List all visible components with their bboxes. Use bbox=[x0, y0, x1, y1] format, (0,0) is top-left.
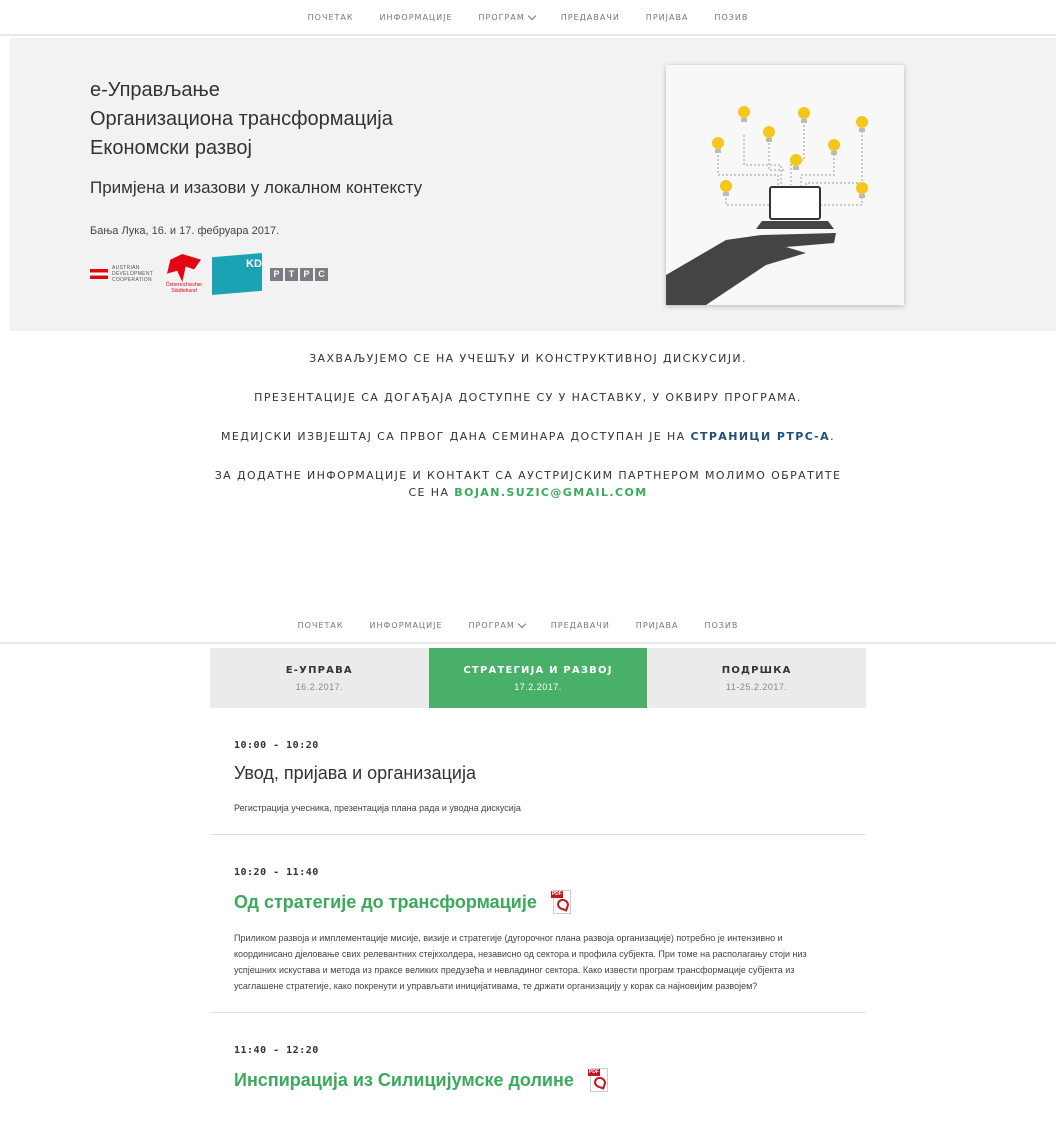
session-time: 11:40 - 12:20 bbox=[234, 1045, 319, 1056]
partner-logos: AUSTRIAN DEVELOPMENT COOPERATION Österre… bbox=[90, 253, 328, 295]
tab-label: ПОДРШКА bbox=[721, 664, 792, 676]
tab-date: 16.2.2017. bbox=[295, 681, 344, 692]
hero-illustration bbox=[666, 65, 904, 305]
session-description: Приликом развоја и имплементације мисије… bbox=[234, 933, 807, 991]
media-report-text: МЕДИЈСКИ ИЗВЈЕШТАЈ СА ПРВОГ ДАНА СЕМИНАР… bbox=[221, 430, 691, 443]
tab-date: 11-25.2.2017. bbox=[725, 681, 788, 692]
session-title: Од стратегије до трансформације PDF bbox=[234, 890, 842, 914]
rtrs-letter: Р bbox=[300, 267, 313, 281]
rtrs-page-link[interactable]: СТРАНИЦИ РТРС-А bbox=[690, 430, 830, 443]
session-title-link[interactable]: Инспирација из Силицијумске долине bbox=[234, 1070, 574, 1091]
session-title: Увод, пријава и организација bbox=[234, 763, 476, 783]
hero-section: е-Управљање Организациона трансформација… bbox=[10, 38, 1056, 331]
hero-subtitle: Примјена и изазови у локалном контексту bbox=[90, 178, 423, 197]
session-item: 11:40 - 12:20 Инспирација из Силицијумск… bbox=[210, 1013, 866, 1110]
session-item: 10:20 - 11:40 Од стратегије до трансформ… bbox=[210, 835, 866, 1013]
session-description: Регистрација учесника, презентација план… bbox=[234, 803, 521, 813]
hero-title-line-1: е-Управљање bbox=[90, 79, 220, 101]
austria-flag-icon bbox=[90, 269, 108, 279]
chevron-down-icon bbox=[527, 11, 536, 20]
session-time: 10:20 - 11:40 bbox=[234, 867, 319, 878]
announcement-block: ЗАХВАЉУЈЕМО СЕ НА УЧЕШЋУ И КОНСТРУКТИВНО… bbox=[0, 350, 1056, 501]
tab-label: Е-УПРАВА bbox=[285, 664, 353, 676]
nav-item-speakers[interactable]: ПРЕДАВАЧИ bbox=[561, 13, 620, 22]
nav-item-register[interactable]: ПРИЈАВА bbox=[636, 621, 679, 630]
ada-logo: AUSTRIAN DEVELOPMENT COOPERATION bbox=[90, 265, 156, 283]
kdz-logo-text: KDZ bbox=[246, 258, 269, 270]
nav-item-home[interactable]: ПОЧЕТАК bbox=[308, 13, 354, 22]
nav-item-program[interactable]: ПРОГРАМ bbox=[478, 11, 536, 22]
chevron-down-icon bbox=[517, 619, 526, 628]
kdz-logo: KDZ bbox=[212, 253, 262, 295]
staedtebund-logo: Österreichischer Städtebund bbox=[164, 254, 204, 294]
announcement-presentations: ПРЕЗЕНТАЦИЈЕ СА ДОГАЂАЈА ДОСТУПНЕ СУ У Н… bbox=[254, 391, 802, 404]
nav-item-program-label: ПРОГРАМ bbox=[478, 12, 525, 22]
session-title: Инспирација из Силицијумске долине PDF bbox=[234, 1068, 842, 1092]
session-list: 10:00 - 10:20 Увод, пријава и организаци… bbox=[210, 708, 866, 1110]
hero-title: е-Управљање Организациона трансформација… bbox=[90, 76, 393, 163]
nav-item-program[interactable]: ПРОГРАМ bbox=[468, 619, 526, 630]
nav-item-info[interactable]: ИНФОРМАЦИЈЕ bbox=[380, 13, 453, 22]
nav-item-invitation[interactable]: ПОЗИВ bbox=[704, 621, 738, 630]
announcement-thanks: ЗАХВАЉУЈЕМО СЕ НА УЧЕШЋУ И КОНСТРУКТИВНО… bbox=[309, 352, 747, 365]
pdf-icon[interactable]: PDF bbox=[587, 1068, 610, 1092]
nav-item-speakers[interactable]: ПРЕДАВАЧИ bbox=[551, 621, 610, 630]
rtrs-letter: С bbox=[315, 267, 328, 281]
rtrs-logo: Р Т Р С bbox=[270, 267, 328, 281]
session-title-link[interactable]: Од стратегије до трансформације bbox=[234, 892, 537, 913]
tab-label: СТРАТЕГИЈА И РАЗВОЈ bbox=[463, 664, 613, 676]
tab-date: 17.2.2017. bbox=[514, 681, 562, 692]
secondary-nav: ПОЧЕТАК ИНФОРМАЦИЈЕ ПРОГРАМ ПРЕДАВАЧИ ПР… bbox=[0, 608, 1056, 644]
email-link[interactable]: BOJAN.SUZIC@GMAIL.COM bbox=[454, 486, 647, 499]
rtrs-letter: Т bbox=[285, 267, 298, 281]
nav-item-invitation[interactable]: ПОЗИВ bbox=[714, 13, 748, 22]
nav-item-program-label: ПРОГРАМ bbox=[468, 620, 515, 630]
nav-item-home[interactable]: ПОЧЕТАК bbox=[298, 621, 344, 630]
tab-strategy-development[interactable]: СТРАТЕГИЈА И РАЗВОЈ 17.2.2017. bbox=[428, 648, 648, 708]
hero-title-line-2: Организациона трансформација bbox=[90, 108, 393, 130]
tab-support[interactable]: ПОДРШКА 11-25.2.2017. bbox=[647, 648, 867, 708]
program-day-tabs: Е-УПРАВА 16.2.2017. СТРАТЕГИЈА И РАЗВОЈ … bbox=[210, 648, 867, 708]
session-item: 10:00 - 10:20 Увод, пријава и организаци… bbox=[210, 708, 866, 835]
nav-item-register[interactable]: ПРИЈАВА bbox=[646, 13, 689, 22]
staedtebund-logo-text: Österreichischer Städtebund bbox=[165, 282, 203, 294]
event-date: Бања Лука, 16. и 17. фебруара 2017. bbox=[90, 225, 280, 237]
pdf-icon[interactable]: PDF bbox=[550, 890, 573, 914]
rtrs-letter: Р bbox=[270, 267, 283, 281]
announcement-media-report: МЕДИЈСКИ ИЗВЈЕШТАЈ СА ПРВОГ ДАНА СЕМИНАР… bbox=[0, 428, 1056, 445]
tab-e-government[interactable]: Е-УПРАВА 16.2.2017. bbox=[210, 648, 429, 708]
ada-logo-text: AUSTRIAN DEVELOPMENT COOPERATION bbox=[112, 265, 153, 283]
nav-item-info[interactable]: ИНФОРМАЦИЈЕ bbox=[370, 621, 443, 630]
media-report-end: . bbox=[830, 430, 835, 443]
top-nav: ПОЧЕТАК ИНФОРМАЦИЈЕ ПРОГРАМ ПРЕДАВАЧИ ПР… bbox=[0, 0, 1056, 36]
hand-laptop-lightbulbs-icon bbox=[666, 106, 868, 305]
hero-title-line-3: Економски развој bbox=[90, 137, 252, 159]
eagle-icon bbox=[167, 254, 201, 282]
announcement-contact: ЗА ДОДАТНЕ ИНФОРМАЦИЈЕ И КОНТАКТ СА АУСТ… bbox=[208, 467, 848, 501]
session-time: 10:00 - 10:20 bbox=[234, 740, 319, 751]
